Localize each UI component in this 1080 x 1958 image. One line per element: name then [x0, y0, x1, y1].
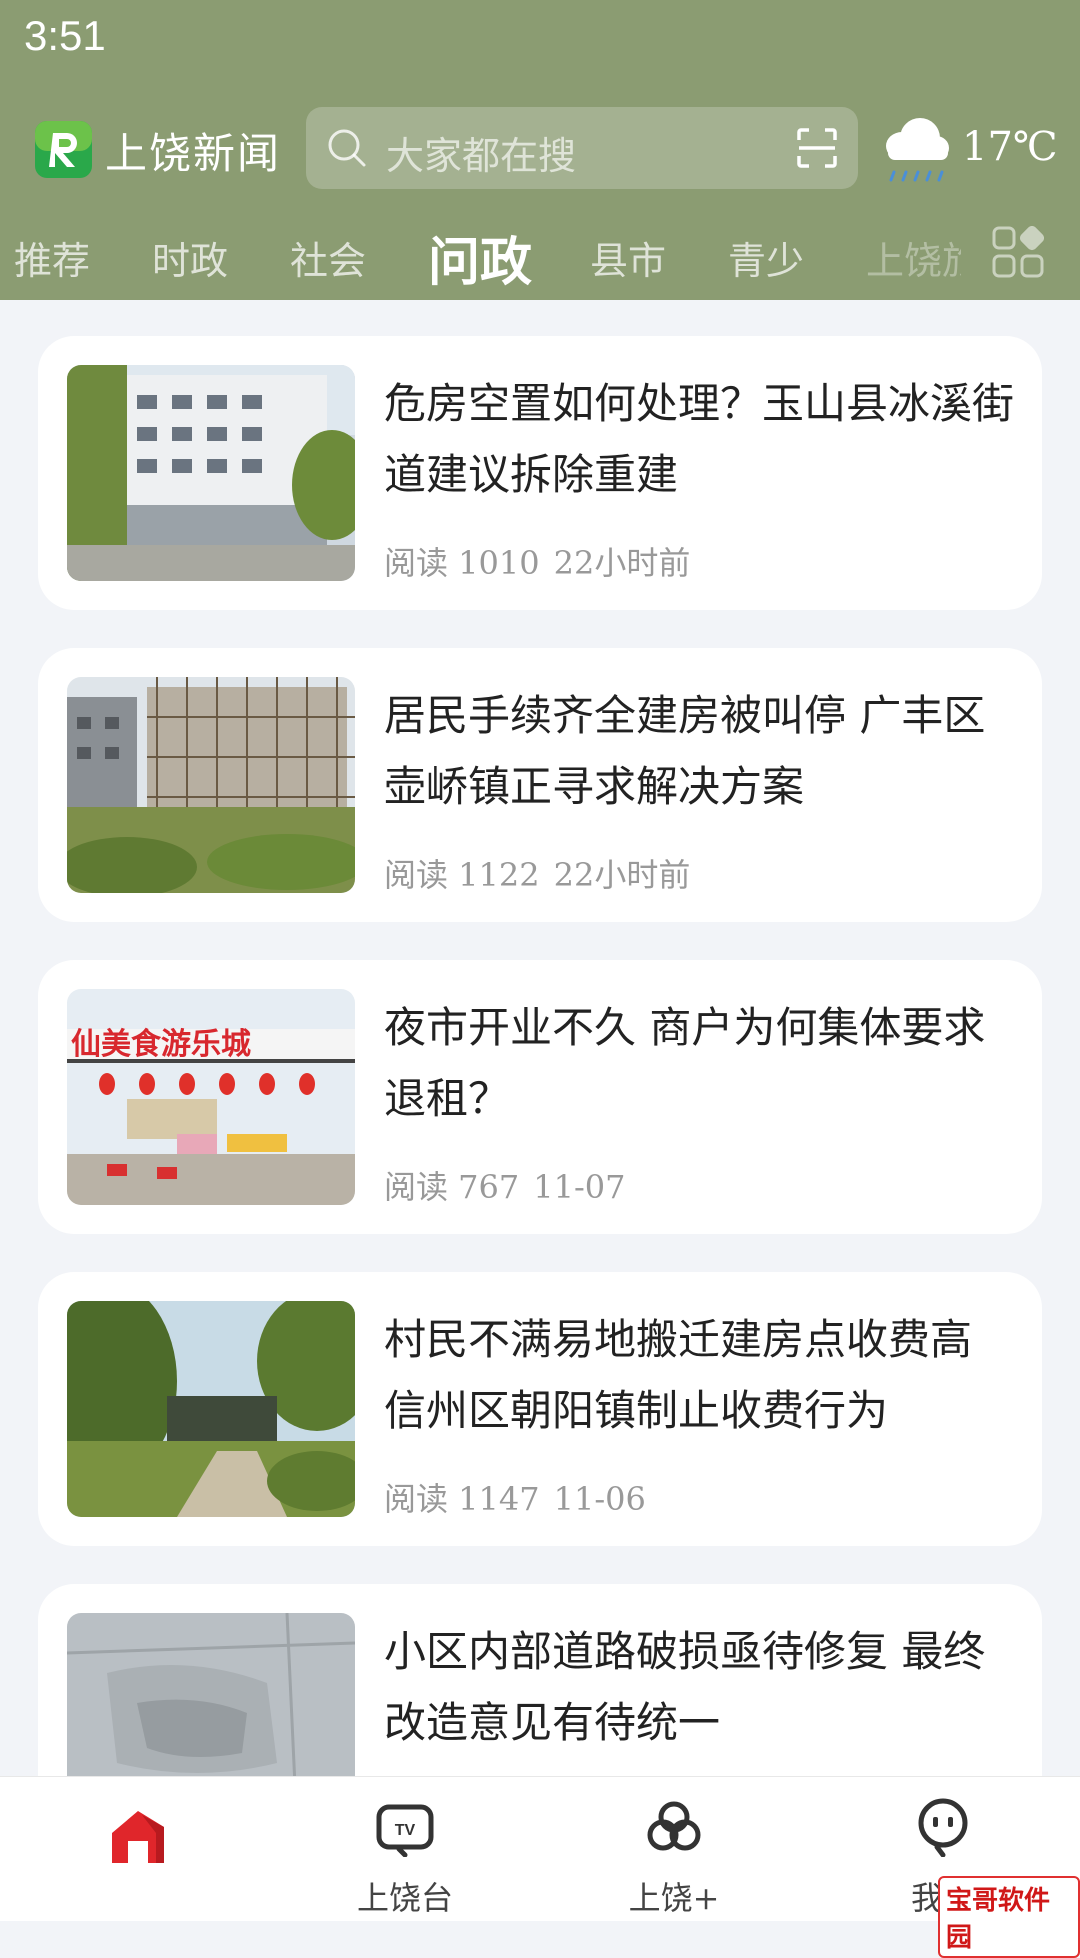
- scan-icon[interactable]: [796, 127, 838, 169]
- bottom-nav: TV 上饶台 上饶+ 我的: [0, 1776, 1080, 1921]
- article-title[interactable]: 危房空置如何处理？玉山县冰溪街道建议拆除重建: [384, 368, 1020, 510]
- profile-icon: [918, 1798, 968, 1857]
- article-card[interactable]: 村民不满易地搬迁建房点收费高 信州区朝阳镇制止收费行为 阅读 1147 11-06: [38, 1272, 1042, 1546]
- article-title[interactable]: 小区内部道路破损亟待修复 最终改造意见有待统一: [384, 1616, 1020, 1758]
- read-count: 阅读 1122: [384, 856, 540, 894]
- article-thumbnail: [67, 677, 355, 893]
- rain-cloud-icon: [886, 118, 949, 182]
- category-tabs: 推荐 时政 社会 问政 县市 青少 上饶旅: [0, 222, 1080, 293]
- article-meta: 阅读 1147 11-06: [384, 1474, 646, 1520]
- nav-tv[interactable]: TV 上饶台: [325, 1777, 485, 1921]
- tab-recommend[interactable]: 推荐: [14, 230, 90, 285]
- read-count: 阅读 767: [384, 1168, 520, 1206]
- app-logo-icon: [35, 121, 92, 178]
- watermark: 宝哥软件园: [938, 1876, 1080, 1958]
- article-meta: 阅读 767 11-07: [384, 1162, 626, 1208]
- temperature: 17℃: [962, 124, 1058, 170]
- article-card[interactable]: 危房空置如何处理？玉山县冰溪街道建议拆除重建 阅读 1010 22小时前: [38, 336, 1042, 610]
- search-box[interactable]: 大家都在搜: [306, 107, 858, 189]
- circles-icon: [647, 1801, 701, 1851]
- status-time: 3:51: [24, 12, 106, 59]
- app-name: 上饶新闻: [105, 129, 282, 178]
- tab-politics[interactable]: 时政: [152, 230, 228, 285]
- read-count: 阅读 1147: [384, 1480, 540, 1518]
- nav-shangrao-plus[interactable]: 上饶+: [594, 1777, 754, 1921]
- article-card[interactable]: 仙美食游乐城 夜市开业不久 商户为何集体要求退租？ 阅读 767 11-07: [38, 960, 1042, 1234]
- tv-icon: TV: [376, 1804, 434, 1857]
- nav-label: 上饶台: [356, 1879, 453, 1917]
- article-title[interactable]: 居民手续齐全建房被叫停 广丰区壶峤镇正寻求解决方案: [384, 680, 1020, 822]
- article-thumbnail: [67, 1301, 355, 1517]
- tab-wenzheng[interactable]: 问政: [428, 220, 532, 295]
- grid-menu-icon[interactable]: [992, 226, 1044, 278]
- read-count: 阅读 1010: [384, 544, 540, 582]
- sign-text: 仙美食游乐城: [71, 1027, 251, 1062]
- publish-time: 11-07: [533, 1168, 626, 1206]
- article-title[interactable]: 村民不满易地搬迁建房点收费高 信州区朝阳镇制止收费行为: [384, 1304, 1020, 1446]
- article-meta: 阅读 1010 22小时前: [384, 538, 690, 584]
- publish-time: 22小时前: [553, 856, 691, 894]
- nav-label: 上饶+: [628, 1879, 720, 1917]
- article-thumbnail: 仙美食游乐城: [67, 989, 355, 1205]
- tab-youth[interactable]: 青少: [728, 230, 804, 285]
- search-icon: [328, 129, 366, 167]
- publish-time: 22小时前: [553, 544, 691, 582]
- publish-time: 11-06: [553, 1480, 646, 1518]
- search-placeholder: 大家都在搜: [386, 134, 577, 178]
- article-card[interactable]: 居民手续齐全建房被叫停 广丰区壶峤镇正寻求解决方案 阅读 1122 22小时前: [38, 648, 1042, 922]
- article-meta: 阅读 1122 22小时前: [384, 850, 690, 896]
- article-thumbnail: [67, 365, 355, 581]
- article-title[interactable]: 夜市开业不久 商户为何集体要求退租？: [384, 992, 1020, 1134]
- tab-society[interactable]: 社会: [290, 230, 366, 285]
- home-icon: [112, 1811, 164, 1863]
- nav-home[interactable]: [56, 1777, 216, 1921]
- svg-text:TV: TV: [395, 1822, 416, 1839]
- tab-shangrao-travel[interactable]: 上饶旅: [866, 230, 961, 285]
- tab-county[interactable]: 县市: [590, 230, 666, 285]
